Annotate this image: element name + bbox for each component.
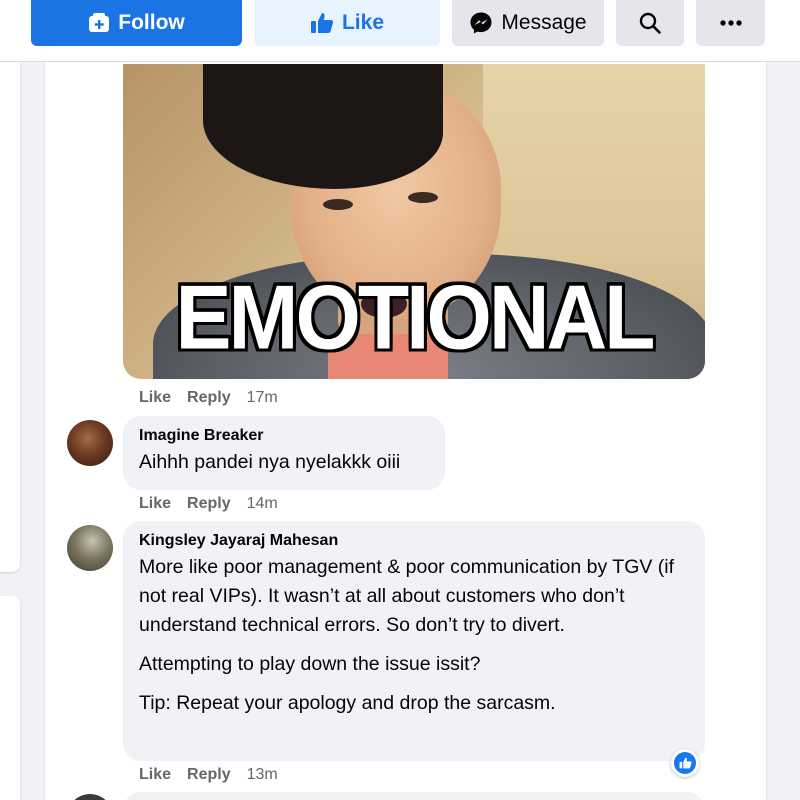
comment-author[interactable]: Imagine Breaker bbox=[139, 427, 429, 445]
gif-eye bbox=[408, 192, 438, 203]
avatar[interactable] bbox=[67, 525, 113, 571]
comment-like-link[interactable]: Like bbox=[139, 389, 171, 407]
comment-text: Aihhh pandei nya nyelakkk oiii bbox=[139, 451, 401, 473]
comment-timestamp[interactable]: 13m bbox=[247, 766, 278, 784]
left-column-card bbox=[0, 596, 20, 800]
message-button[interactable]: Message bbox=[452, 0, 604, 46]
comment-bubble: Imagine Breaker Aihhh pandei nya nyelakk… bbox=[123, 416, 445, 490]
comment-author[interactable]: Kingsley Jayaraj Mahesan bbox=[139, 532, 689, 550]
search-button[interactable] bbox=[616, 0, 684, 46]
follow-button[interactable]: Follow bbox=[31, 0, 242, 46]
like-page-button[interactable]: Like bbox=[254, 0, 440, 46]
comment-actions: Like Reply 14m bbox=[139, 495, 278, 513]
thumbs-up-icon bbox=[310, 13, 334, 33]
comment-like-link[interactable]: Like bbox=[139, 495, 171, 513]
comment-reply-link[interactable]: Reply bbox=[187, 389, 231, 407]
comment-actions: Like Reply 13m bbox=[139, 766, 278, 784]
gif-comment-image[interactable]: EMOTIONAL bbox=[123, 64, 705, 379]
comment-reply-link[interactable]: Reply bbox=[187, 495, 231, 513]
search-icon bbox=[639, 12, 661, 34]
like-reaction-badge[interactable] bbox=[671, 749, 699, 777]
comment-text: Tip: Repeat your apology and drop the sa… bbox=[139, 692, 556, 714]
left-column-card bbox=[0, 62, 20, 572]
comment-text: Attempting to play down the issue issit? bbox=[139, 653, 481, 675]
comment-like-link[interactable]: Like bbox=[139, 766, 171, 784]
messenger-icon bbox=[470, 12, 492, 34]
gif-hair bbox=[203, 64, 443, 189]
comment-bubble bbox=[123, 792, 705, 800]
like-reaction-icon bbox=[674, 752, 696, 774]
follow-label: Follow bbox=[118, 11, 185, 34]
avatar[interactable] bbox=[67, 420, 113, 466]
comment-actions: Like Reply 17m bbox=[139, 389, 278, 407]
more-options-button[interactable] bbox=[696, 0, 765, 46]
comment-text: More like poor management & poor communi… bbox=[139, 556, 675, 636]
more-options-icon bbox=[719, 20, 742, 26]
gif-caption: EMOTIONAL bbox=[175, 266, 656, 368]
gif-eye bbox=[323, 199, 353, 210]
add-friend-icon bbox=[89, 13, 110, 32]
comment-timestamp[interactable]: 17m bbox=[247, 389, 278, 407]
comment-reply-link[interactable]: Reply bbox=[187, 766, 231, 784]
comment-timestamp[interactable]: 14m bbox=[247, 495, 278, 513]
like-label: Like bbox=[341, 11, 385, 34]
message-label: Message bbox=[501, 11, 587, 34]
comment-bubble: Kingsley Jayaraj Mahesan More like poor … bbox=[123, 521, 705, 761]
profile-action-bar: Follow Like Message bbox=[0, 0, 800, 62]
